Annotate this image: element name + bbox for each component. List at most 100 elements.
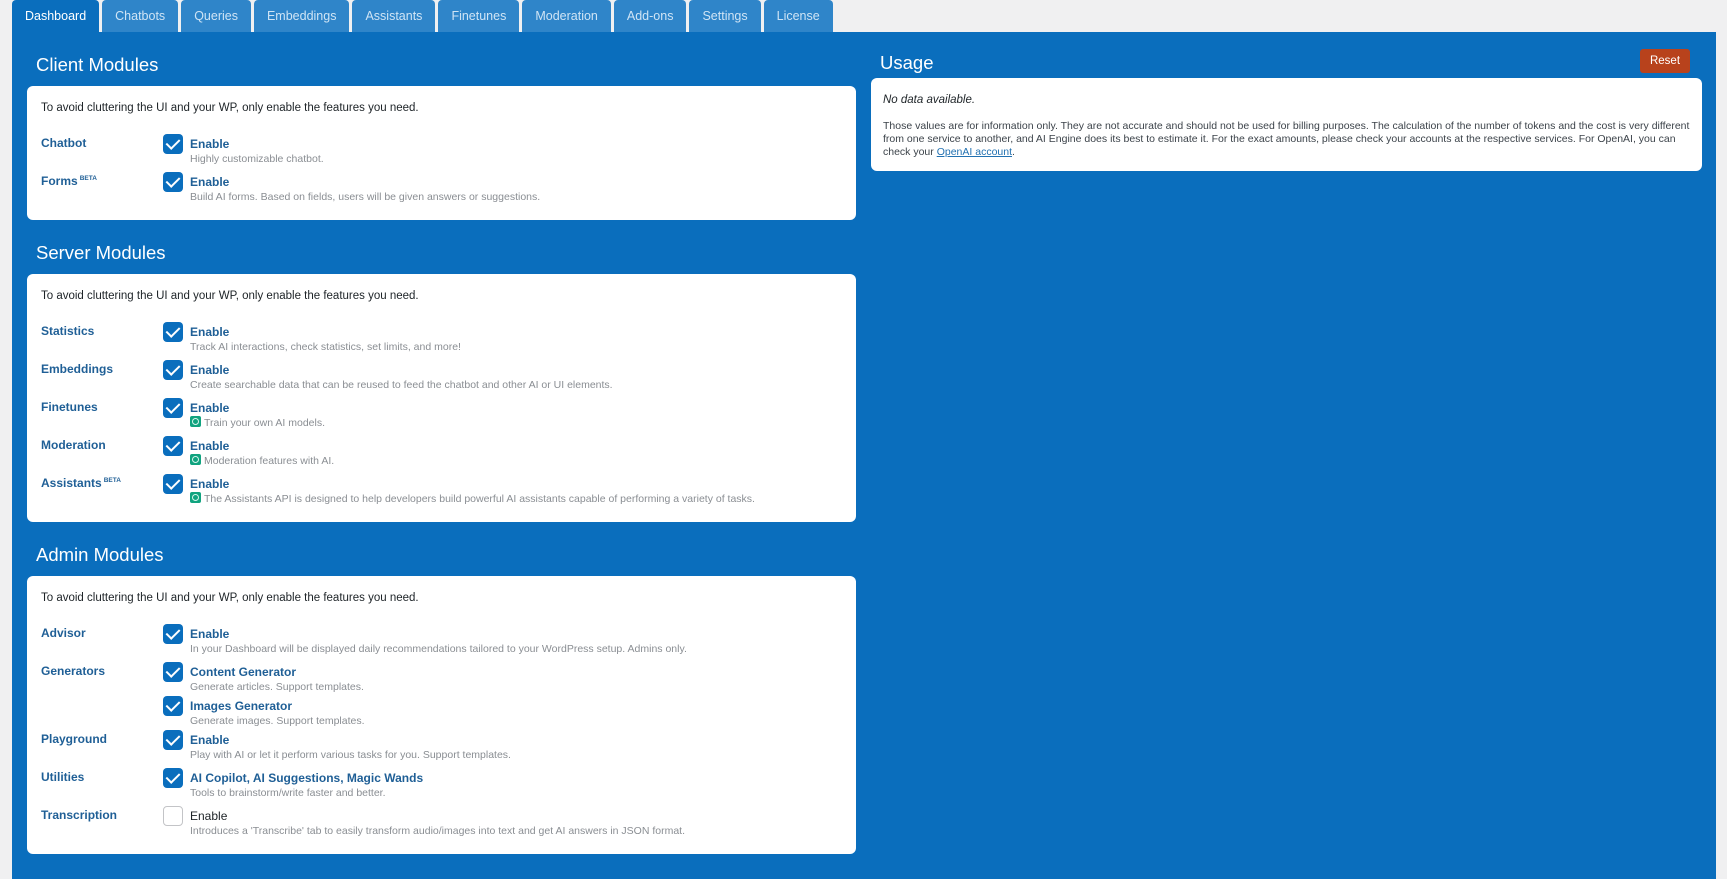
option-title[interactable]: Enable	[190, 733, 511, 748]
checkbox-checked-embeddings[interactable]	[163, 360, 183, 380]
module-row-finetunes: Finetunes Enable Train your own AI models.	[41, 398, 842, 436]
module-label-text: Forms	[41, 174, 78, 188]
option-description: Moderation features with AI.	[190, 454, 334, 468]
checkbox-checked-playground[interactable]	[163, 730, 183, 750]
module-option: Enable Track AI interactions, check stati…	[163, 322, 842, 356]
module-option: Enable The Assistants API is designed to …	[163, 474, 842, 508]
client-modules-card: To avoid cluttering the UI and your WP, …	[27, 86, 856, 220]
option-text: Enable Build AI forms. Based on fields, u…	[190, 172, 540, 204]
dashboard-panel: Client Modules To avoid cluttering the U…	[12, 32, 1716, 879]
checkbox-checked-assistants[interactable]	[163, 474, 183, 494]
tab-chatbots[interactable]: Chatbots	[102, 0, 179, 32]
module-options: Enable In your Dashboard will be displaye…	[163, 624, 842, 662]
module-options: AI Copilot, AI Suggestions, Magic Wands T…	[163, 768, 842, 806]
module-label-finetunes: Finetunes	[41, 398, 163, 436]
client-intro: To avoid cluttering the UI and your WP, …	[41, 102, 419, 114]
option-description: Build AI forms. Based on fields, users w…	[190, 190, 540, 204]
tab-add-ons[interactable]: Add-ons	[613, 0, 687, 32]
tab-license[interactable]: License	[763, 0, 833, 32]
usage-title: Usage	[880, 52, 934, 73]
option-description: Tools to brainstorm/write faster and bet…	[190, 786, 423, 800]
module-label-text: Advisor	[41, 626, 86, 640]
option-title[interactable]: AI Copilot, AI Suggestions, Magic Wands	[190, 771, 423, 786]
option-description: Introduces a 'Transcribe' tab to easily …	[190, 824, 685, 838]
module-option: Enable Create searchable data that can be…	[163, 360, 842, 394]
modules-column: Client Modules To avoid cluttering the U…	[27, 32, 856, 854]
tab-finetunes[interactable]: Finetunes	[438, 0, 520, 32]
option-description-text: Tools to brainstorm/write faster and bet…	[190, 787, 386, 799]
module-options: Content Generator Generate articles. Supp…	[163, 662, 842, 730]
module-option: Enable Highly customizable chatbot.	[163, 134, 842, 168]
option-text: Enable Create searchable data that can be…	[190, 360, 613, 392]
option-description-text: Track AI interactions, check statistics,…	[190, 341, 461, 353]
option-description: Track AI interactions, check statistics,…	[190, 340, 461, 354]
option-description-text: The Assistants API is designed to help d…	[204, 493, 755, 505]
checkbox-checked-forms[interactable]	[163, 172, 183, 192]
module-label-forms: Forms BETA	[41, 172, 163, 210]
module-label-text: Transcription	[41, 808, 118, 822]
option-description: Create searchable data that can be reuse…	[190, 378, 613, 392]
beta-badge: BETA	[79, 175, 97, 182]
option-description: Play with AI or let it perform various t…	[190, 748, 511, 762]
checkbox-checked-advisor[interactable]	[163, 624, 183, 644]
option-title[interactable]: Enable	[190, 477, 755, 492]
option-title[interactable]: Content Generator	[190, 665, 364, 680]
option-text: AI Copilot, AI Suggestions, Magic Wands T…	[190, 768, 423, 800]
option-title[interactable]: Images Generator	[190, 699, 365, 714]
module-options: Enable Create searchable data that can be…	[163, 360, 842, 398]
option-title[interactable]: Enable	[190, 175, 540, 190]
option-text: Enable In your Dashboard will be displaye…	[190, 624, 687, 656]
checkbox-checked-chatbot[interactable]	[163, 134, 183, 154]
module-option: Enable Build AI forms. Based on fields, u…	[163, 172, 842, 206]
checkbox-checked-finetunes[interactable]	[163, 398, 183, 418]
option-title[interactable]: Enable	[190, 401, 325, 416]
option-title[interactable]: Enable	[190, 137, 324, 152]
module-option: Enable In your Dashboard will be displaye…	[163, 624, 842, 658]
openai-account-link[interactable]: OpenAI account	[937, 146, 1012, 158]
option-description-text: Generate articles. Support templates.	[190, 681, 364, 693]
option-text: Enable Train your own AI models.	[190, 398, 325, 430]
option-description-text: Build AI forms. Based on fields, users w…	[190, 191, 541, 203]
option-title[interactable]: Enable	[190, 439, 334, 454]
option-text: Enable Introduces a 'Transcribe' tab to e…	[190, 806, 685, 838]
option-description-text: Create searchable data that can be reuse…	[190, 379, 613, 391]
checkbox-unchecked-transcription[interactable]	[163, 806, 183, 826]
module-label-text: Embeddings	[41, 362, 114, 376]
option-description-text: Train your own AI models.	[204, 417, 325, 429]
module-options: Enable Play with AI or let it perform var…	[163, 730, 842, 768]
module-label-text: Moderation	[41, 438, 106, 452]
module-label-text: Chatbot	[41, 136, 87, 150]
beta-badge: BETA	[103, 477, 121, 484]
usage-no-data: No data available.	[883, 94, 976, 106]
checkbox-checked-generators[interactable]	[163, 696, 183, 716]
option-description: Highly customizable chatbot.	[190, 152, 324, 166]
module-row-chatbot: Chatbot Enable Highly customizable chatbot…	[41, 134, 842, 172]
tab-embeddings[interactable]: Embeddings	[253, 0, 350, 32]
option-text: Content Generator Generate articles. Supp…	[190, 662, 364, 694]
tab-settings[interactable]: Settings	[689, 0, 761, 32]
tab-assistants[interactable]: Assistants	[352, 0, 436, 32]
module-label-text: Statistics	[41, 324, 95, 338]
usage-note-end: .	[1012, 146, 1015, 158]
option-title[interactable]: Enable	[190, 325, 461, 340]
tab-queries[interactable]: Queries	[181, 0, 251, 32]
option-title[interactable]: Enable	[190, 627, 687, 642]
module-label-text: Generators	[41, 664, 106, 678]
module-option: Content Generator Generate articles. Supp…	[163, 662, 842, 696]
module-label-moderation: Moderation	[41, 436, 163, 474]
option-text: Enable Highly customizable chatbot.	[190, 134, 324, 166]
checkbox-checked-moderation[interactable]	[163, 436, 183, 456]
module-row-transcription: Transcription Enable Introduces a 'Transcr…	[41, 806, 842, 844]
option-title[interactable]: Enable	[190, 809, 685, 824]
option-description: The Assistants API is designed to help d…	[190, 492, 755, 506]
checkbox-checked-utilities[interactable]	[163, 768, 183, 788]
module-options: Enable Build AI forms. Based on fields, u…	[163, 172, 842, 210]
tab-moderation[interactable]: Moderation	[522, 0, 611, 32]
option-title[interactable]: Enable	[190, 363, 613, 378]
checkbox-checked-generators[interactable]	[163, 662, 183, 682]
module-label-transcription: Transcription	[41, 806, 163, 844]
checkbox-checked-statistics[interactable]	[163, 322, 183, 342]
reset-button[interactable]: Reset	[1640, 49, 1690, 73]
tab-dashboard[interactable]: Dashboard	[12, 0, 100, 32]
option-description: In your Dashboard will be displayed dail…	[190, 642, 687, 656]
